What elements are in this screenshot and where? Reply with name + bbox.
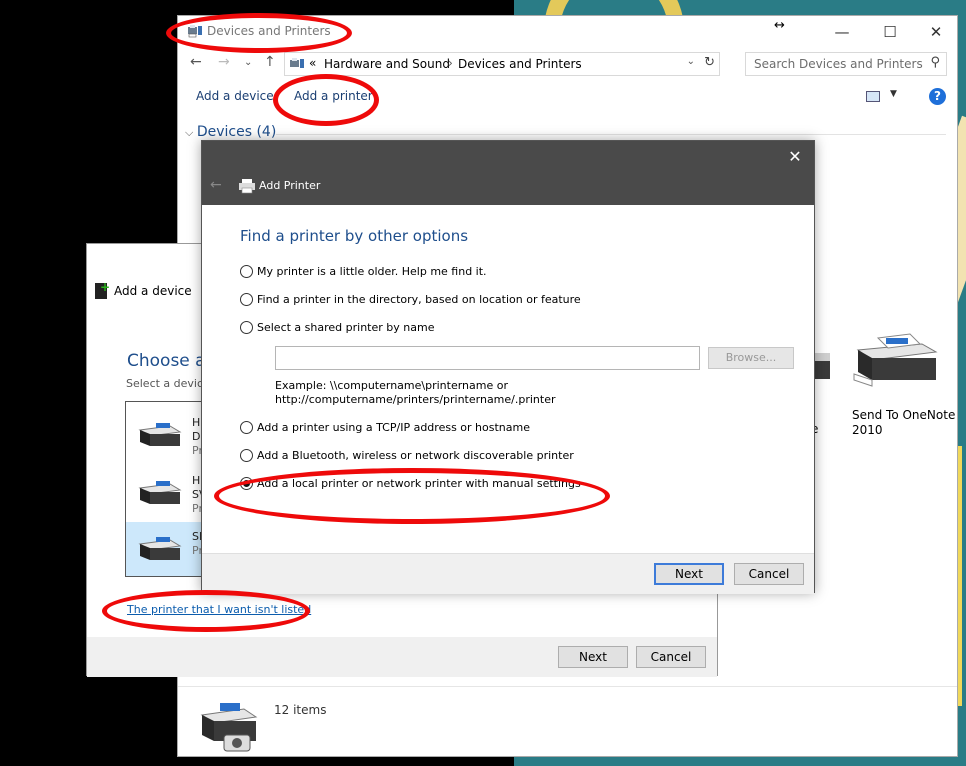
radio-button[interactable] <box>240 265 253 278</box>
close-button[interactable]: ✕ <box>913 18 959 46</box>
page-heading: Find a printer by other options <box>240 227 469 245</box>
devices-section-label: Devices (4) <box>196 124 277 140</box>
maximize-button[interactable]: ☐ <box>867 18 913 46</box>
shared-printer-name-input[interactable] <box>275 346 700 370</box>
option-directory-search[interactable]: Find a printer in the directory, based o… <box>240 293 581 306</box>
resize-cursor-icon: ↔ <box>774 18 785 33</box>
refresh-icon[interactable]: ↻ <box>704 55 715 70</box>
cancel-button[interactable]: Cancel <box>734 563 804 585</box>
page-heading: Choose a <box>127 351 206 371</box>
option-label: My printer is a little older. Help me fi… <box>257 265 487 278</box>
option-tcp-ip[interactable]: Add a printer using a TCP/IP address or … <box>240 421 530 434</box>
printer-icon <box>138 423 182 446</box>
option-label: Select a shared printer by name <box>257 321 435 334</box>
radio-button[interactable] <box>240 449 253 462</box>
address-bar-row: ← → ⌄ ↑ « Hardware and Sound › Devices a… <box>178 50 957 76</box>
dialog-footer: Next Cancel <box>202 553 814 594</box>
printer-icon <box>138 481 182 504</box>
option-local-printer[interactable]: Add a local printer or network printer w… <box>240 477 581 490</box>
next-button[interactable]: Next <box>558 646 628 668</box>
radio-button-selected[interactable] <box>240 477 253 490</box>
back-arrow-icon[interactable]: ← <box>210 177 222 193</box>
breadcrumb-overflow[interactable]: « <box>309 56 316 70</box>
recent-dropdown-icon[interactable]: ⌄ <box>244 57 252 68</box>
printer-icon <box>138 537 182 560</box>
minimize-button[interactable]: — <box>819 18 865 46</box>
close-icon[interactable]: ✕ <box>784 147 806 166</box>
window-title: Devices and Printers <box>207 24 331 38</box>
details-pane: 12 items <box>178 686 957 758</box>
radio-button[interactable] <box>240 321 253 334</box>
add-device-icon: + <box>95 280 110 299</box>
option-label: Find a printer in the directory, based o… <box>257 293 581 306</box>
next-button[interactable]: Next <box>654 563 724 585</box>
devices-printers-icon <box>290 58 304 68</box>
option-shared-printer[interactable]: Select a shared printer by name <box>240 321 434 334</box>
add-device-button[interactable]: Add a device <box>196 89 274 103</box>
up-arrow-icon[interactable]: ↑ <box>264 54 276 70</box>
printer-icon <box>239 179 255 194</box>
window-title: Add a device <box>114 284 192 298</box>
section-divider <box>276 134 946 135</box>
search-input[interactable]: Search Devices and Printers ⚲ <box>745 52 947 76</box>
add-printer-dialog: ✕ ← Add Printer Find a printer by other … <box>201 140 815 594</box>
option-label: Add a printer using a TCP/IP address or … <box>257 421 530 434</box>
printer-label: Send To OneNote 2010 <box>852 408 956 437</box>
back-arrow-icon[interactable]: ← <box>190 54 202 70</box>
search-placeholder: Search Devices and Printers <box>754 57 923 71</box>
title-bar[interactable]: Devices and Printers ↔ — ☐ ✕ <box>178 16 957 48</box>
change-view-icon[interactable] <box>866 91 880 102</box>
option-older-printer[interactable]: My printer is a little older. Help me fi… <box>240 265 487 278</box>
example-line: Example: \\computername\printername or <box>275 379 508 392</box>
search-icon: ⚲ <box>930 55 940 70</box>
page-subtitle: Select a device <box>126 377 210 390</box>
address-box[interactable]: « Hardware and Sound › Devices and Print… <box>284 52 720 76</box>
view-dropdown-icon[interactable]: ▼ <box>890 89 897 99</box>
breadcrumb-separator-icon: › <box>448 56 453 70</box>
radio-button[interactable] <box>240 293 253 306</box>
dialog-title-bar[interactable]: ✕ ← Add Printer <box>202 141 814 205</box>
printer-not-listed-link[interactable]: The printer that I want isn't listed <box>127 603 311 616</box>
address-dropdown-icon[interactable]: ⌄ <box>687 56 695 67</box>
command-toolbar: Add a device Add a printer ▼ ? <box>178 82 957 112</box>
devices-section-header[interactable]: ⌵ Devices (4) <box>185 124 276 140</box>
breadcrumb-hardware-and-sound[interactable]: Hardware and Sound <box>324 57 450 71</box>
dialog-footer: Next Cancel <box>87 637 717 677</box>
chevron-down-icon: ⌵ <box>185 126 197 139</box>
breadcrumb-devices-and-printers[interactable]: Devices and Printers <box>458 57 582 71</box>
add-printer-button[interactable]: Add a printer <box>294 89 373 103</box>
radio-button[interactable] <box>240 421 253 434</box>
option-bluetooth-wireless[interactable]: Add a Bluetooth, wireless or network dis… <box>240 449 574 462</box>
cancel-button[interactable]: Cancel <box>636 646 706 668</box>
option-label: Add a Bluetooth, wireless or network dis… <box>257 449 574 462</box>
dialog-title: Add Printer <box>259 179 321 192</box>
example-line: http://computername/printers/printername… <box>275 393 556 406</box>
printer-icon <box>200 703 258 752</box>
devices-printers-icon <box>188 25 202 38</box>
option-label: Add a local printer or network printer w… <box>257 477 581 490</box>
browse-button[interactable]: Browse... <box>708 347 794 369</box>
printer-icon[interactable] <box>850 330 940 390</box>
forward-arrow-icon[interactable]: → <box>218 54 230 70</box>
item-count: 12 items <box>274 703 327 717</box>
example-text: Example: \\computername\printername or h… <box>275 379 556 407</box>
help-icon[interactable]: ? <box>929 88 946 105</box>
